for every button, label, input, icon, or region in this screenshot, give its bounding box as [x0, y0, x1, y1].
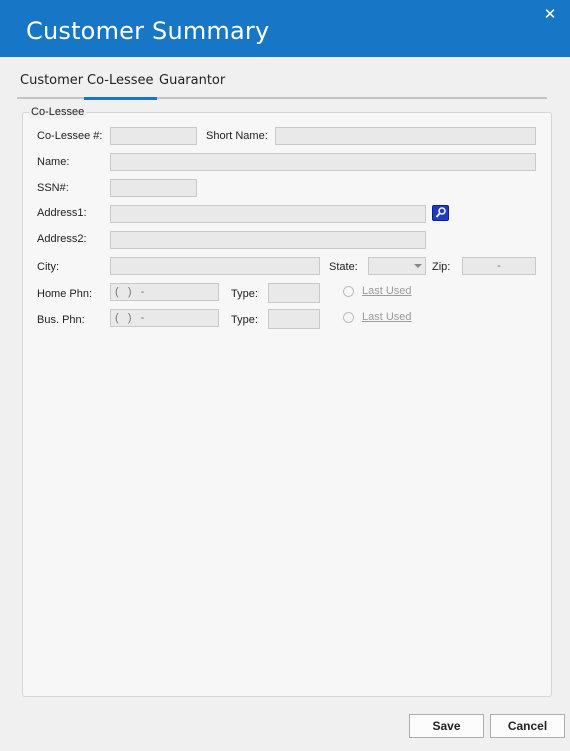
colessee-no-label: Co-Lessee #: [37, 130, 103, 142]
search-icon [435, 207, 446, 218]
bus-type-label: Type: [231, 314, 258, 326]
window-title: Customer Summary [26, 17, 270, 45]
address1-field[interactable] [110, 205, 426, 223]
ssn-field[interactable] [110, 179, 197, 197]
ssn-label: SSN#: [37, 182, 69, 194]
address2-field[interactable] [110, 231, 426, 249]
co-lessee-group [22, 112, 552, 697]
colessee-no-field[interactable] [110, 127, 197, 145]
tab-co-lessee[interactable]: Co-Lessee [87, 73, 154, 88]
bus-phn-label: Bus. Phn: [37, 314, 85, 326]
title-bar: Customer Summary ✕ [0, 0, 570, 57]
short-name-field[interactable] [275, 127, 536, 145]
bus-phone-field[interactable]: ( ) - [110, 309, 219, 327]
home-last-used-label[interactable]: Last Used [362, 285, 412, 297]
home-type-field[interactable] [268, 283, 320, 303]
bus-last-used-label[interactable]: Last Used [362, 311, 412, 323]
bus-last-used-radio[interactable] [343, 312, 354, 323]
state-label: State: [329, 261, 358, 273]
address1-label: Address1: [37, 207, 87, 219]
state-dropdown[interactable] [368, 257, 426, 275]
address-lookup-button[interactable] [432, 205, 449, 221]
name-label: Name: [37, 156, 70, 168]
close-icon[interactable]: ✕ [540, 5, 560, 25]
home-phone-field[interactable]: ( ) - [110, 283, 219, 301]
tab-strip: Customer Co-Lessee Guarantor [17, 70, 547, 100]
city-field[interactable] [110, 257, 320, 275]
address2-label: Address2: [37, 233, 87, 245]
tab-customer[interactable]: Customer [20, 73, 83, 88]
home-last-used-radio[interactable] [343, 286, 354, 297]
city-label: City: [37, 261, 59, 273]
home-phn-label: Home Phn: [37, 288, 93, 300]
zip-field[interactable]: - [462, 257, 536, 275]
bus-type-field[interactable] [268, 309, 320, 329]
group-legend: Co-Lessee [29, 106, 87, 118]
save-button[interactable]: Save [409, 714, 484, 738]
active-tab-indicator [84, 97, 157, 100]
home-type-label: Type: [231, 288, 258, 300]
tab-guarantor[interactable]: Guarantor [159, 73, 225, 88]
zip-label: Zip: [432, 261, 451, 273]
cancel-button[interactable]: Cancel [490, 714, 565, 738]
short-name-label: Short Name: [206, 130, 268, 142]
chevron-down-icon [414, 264, 422, 268]
name-field[interactable] [110, 153, 536, 171]
